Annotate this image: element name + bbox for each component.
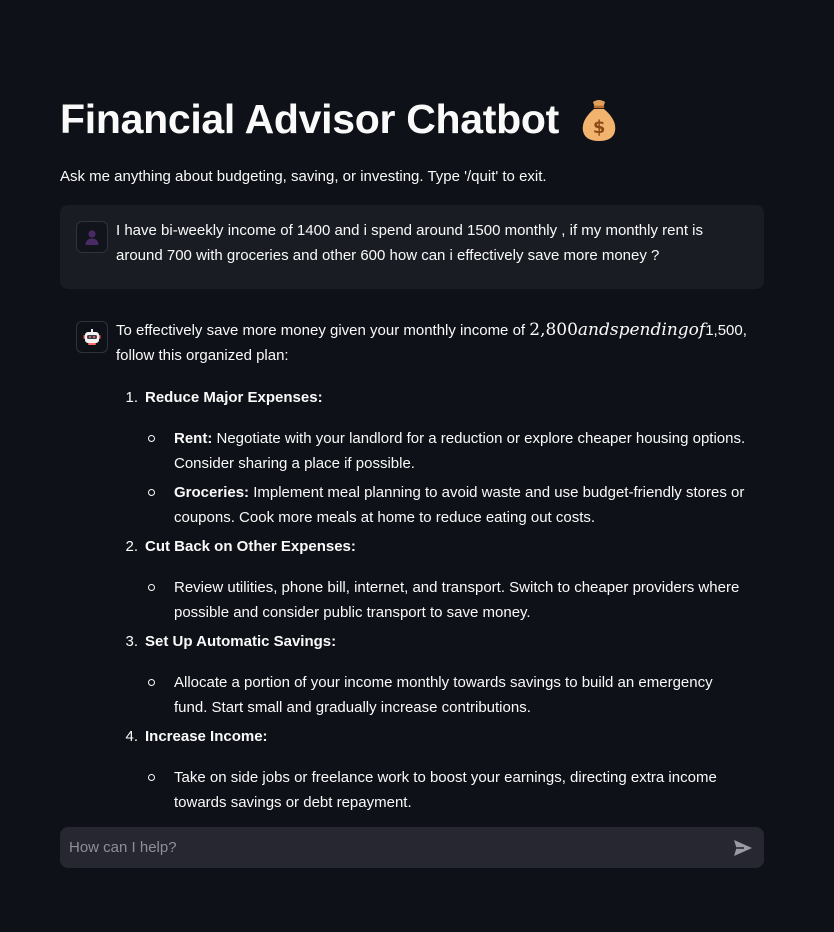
bullet-icon	[148, 584, 155, 591]
list-item: Allocate a portion of your income monthl…	[148, 670, 748, 720]
bullet-icon	[148, 435, 155, 442]
step-bullets: Review utilities, phone bill, internet, …	[145, 575, 748, 625]
bullet-text: Negotiate with your landlord for a reduc…	[174, 430, 746, 472]
page-title: Financial Advisor Chatbot $	[60, 96, 619, 143]
bullet-icon	[148, 774, 155, 781]
step-bullets: Allocate a portion of your income monthl…	[145, 670, 748, 720]
step-bullets: Rent: Negotiate with your landlord for a…	[145, 426, 748, 530]
assistant-intro-math: 2,800andspendingof	[529, 320, 705, 340]
user-avatar-icon	[76, 221, 108, 253]
user-message: I have bi-weekly income of 1400 and i sp…	[60, 205, 764, 289]
page-title-text: Financial Advisor Chatbot	[60, 96, 559, 142]
list-item: Rent: Negotiate with your landlord for a…	[148, 426, 748, 476]
list-item: Review utilities, phone bill, internet, …	[148, 575, 748, 625]
bullet-text: Allocate a portion of your income monthl…	[174, 674, 713, 716]
list-item: 1. Reduce Major Expenses: Rent: Negotiat…	[125, 385, 748, 530]
list-item: 4. Increase Income: Take on side jobs or…	[125, 724, 748, 812]
step-number: 2.	[125, 538, 138, 555]
money-bag-icon: $	[579, 98, 619, 142]
assistant-message-text: To effectively save more money given you…	[116, 318, 748, 812]
list-item: 2. Cut Back on Other Expenses: Review ut…	[125, 534, 748, 625]
step-heading: Reduce Major Expenses:	[145, 389, 323, 406]
chat-input-bar	[60, 827, 764, 868]
step-heading: Cut Back on Other Expenses:	[145, 538, 356, 555]
math-italic-text: andspendingof	[577, 320, 706, 340]
bullet-text: Review utilities, phone bill, internet, …	[174, 579, 740, 621]
step-heading: Increase Income:	[145, 728, 268, 745]
user-message-text: I have bi-weekly income of 1400 and i sp…	[116, 222, 703, 264]
send-button[interactable]	[732, 837, 754, 859]
page-subtitle: Ask me anything about budgeting, saving,…	[60, 168, 547, 185]
step-heading: Set Up Automatic Savings:	[145, 633, 337, 650]
send-icon	[734, 840, 752, 856]
main-content[interactable]: Financial Advisor Chatbot $ Ask me anyth…	[60, 0, 764, 812]
robot-avatar-icon	[76, 321, 108, 353]
step-number: 1.	[125, 389, 138, 406]
step-bullets: Take on side jobs or freelance work to b…	[145, 765, 748, 812]
list-item: Groceries: Implement meal planning to av…	[148, 480, 748, 530]
assistant-message: To effectively save more money given you…	[60, 305, 764, 812]
savings-plan-list: 1. Reduce Major Expenses: Rent: Negotiat…	[116, 385, 748, 812]
app-window: Financial Advisor Chatbot $ Ask me anyth…	[0, 0, 834, 932]
step-number: 4.	[125, 728, 138, 745]
list-item: 3. Set Up Automatic Savings: Allocate a …	[125, 629, 748, 720]
assistant-intro-prefix: To effectively save more money given you…	[116, 322, 530, 339]
chat-input[interactable]	[60, 827, 710, 868]
svg-text:$: $	[593, 117, 605, 138]
step-number: 3.	[125, 633, 138, 650]
bullet-label: Groceries:	[174, 484, 250, 501]
math-amount: 2,800	[529, 320, 578, 340]
list-item: Take on side jobs or freelance work to b…	[148, 765, 748, 812]
bullet-text: Take on side jobs or freelance work to b…	[174, 769, 717, 811]
bullet-icon	[148, 679, 155, 686]
bullet-icon	[148, 489, 155, 496]
bullet-text: Implement meal planning to avoid waste a…	[174, 484, 745, 526]
bullet-label: Rent:	[174, 430, 213, 447]
